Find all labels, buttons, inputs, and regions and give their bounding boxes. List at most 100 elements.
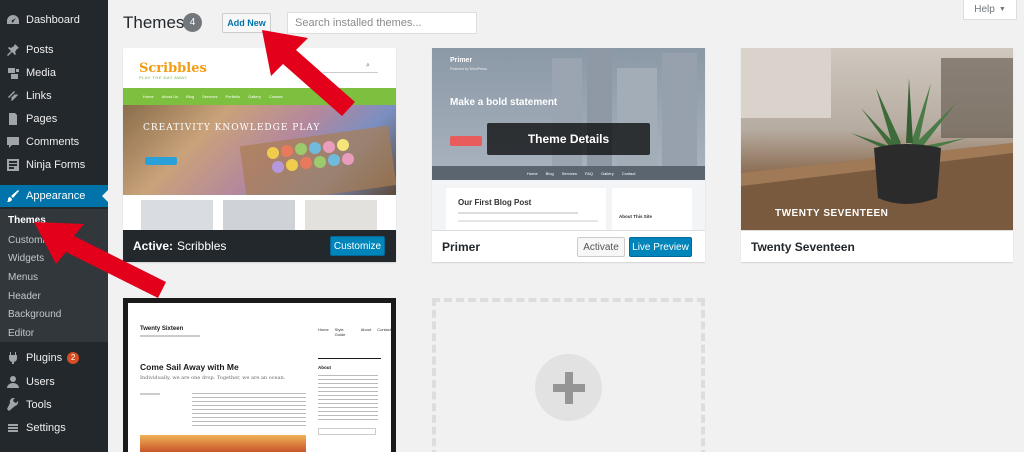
menu-plugins-label: Plugins [26,352,63,364]
activate-button[interactable]: Activate [577,237,625,257]
twenty-seventeen-theme-name: Twenty Seventeen [751,239,855,254]
user-icon [7,376,19,388]
menu-ninja-forms[interactable]: Ninja Forms [0,154,108,176]
submenu-customize[interactable]: Customize [8,235,55,246]
active-theme-name: Scribbles [177,239,227,253]
scribbles-nav-services: Services [202,94,218,99]
sixteen-post-excerpt: Individually, we are one drop. Together,… [140,375,286,381]
primer-theme-name: Primer [442,239,481,254]
theme-screenshot-twenty-sixteen: Twenty Sixteen Home Style Guide About Co… [128,303,391,452]
primer-hero-image: Primer Powered by WordPress Make a bold … [432,48,705,180]
sixteen-sunset-image [140,435,306,452]
submenu-background[interactable]: Background [8,309,61,320]
scribbles-hero-button [145,157,177,165]
menu-tools-label: Tools [26,399,52,411]
scribbles-nav: Home About Us Blog Services Portfolio Ga… [123,88,396,105]
scribbles-tagline: PLAY THE DAY AWAY [139,75,188,80]
primer-hero-heading: Make a bold statement [450,97,558,108]
submenu-themes[interactable]: Themes [8,215,46,226]
menu-users-label: Users [26,376,55,388]
theme-card-scribbles[interactable]: Scribbles PLAY THE DAY AWAY ⌕ Home About… [123,48,396,262]
scribbles-hero-image: CREATIVITY KNOWLEDGE PLAY [123,105,396,195]
primer-logo: Primer [450,57,473,64]
sixteen-widget-text [318,375,378,421]
sixteen-post-title: Come Sail Away with Me [140,362,239,372]
primer-nav-blog: Blog [545,170,554,176]
theme-card-primer[interactable]: Primer Powered by WordPress Make a bold … [432,48,705,262]
primer-card-footer: Primer Activate Live Preview [432,230,705,262]
scribbles-logo: Scribbles [139,61,207,76]
menu-appearance[interactable]: Appearance [0,185,108,207]
theme-screenshot-primer: Primer Powered by WordPress Make a bold … [432,48,705,230]
active-theme-bar: Active: Scribbles Customize [123,230,396,262]
primer-nav: Home Blog Services FAQ Gallery Contact [432,166,705,180]
help-tab[interactable]: Help ▼ [963,0,1017,20]
sixteen-author-meta [140,393,160,395]
menu-plugins[interactable]: Plugins 2 [0,347,108,369]
menu-media-label: Media [26,67,56,79]
primer-nav-contact: Contact [621,170,636,176]
forms-icon [7,159,19,171]
sixteen-nav-home: Home [318,327,329,332]
plugins-update-badge: 2 [67,352,80,364]
primer-hero-button [450,136,482,146]
menu-settings[interactable]: Settings [0,417,108,439]
submenu-menus[interactable]: Menus [8,272,38,283]
theme-card-twenty-seventeen[interactable]: TWENTY SEVENTEEN Twenty Seventeen [741,48,1013,262]
sixteen-nav: Home Style Guide About Contact [318,327,391,337]
scribbles-nav-contact: Contact [268,94,283,99]
customize-button[interactable]: Customize [330,236,385,256]
scribbles-nav-about: About Us [161,94,179,99]
link-icon [8,91,18,101]
menu-users[interactable]: Users [0,371,108,393]
sixteen-nav-style-guide: Style Guide [334,327,346,337]
menu-links[interactable]: Links [0,85,108,107]
menu-dashboard[interactable]: Dashboard [0,9,108,31]
menu-comments[interactable]: Comments [0,131,108,153]
primer-nav-gallery: Gallery [601,170,614,176]
sixteen-site-title: Twenty Sixteen [140,326,184,332]
scribbles-thumb-2 [223,200,295,230]
sixteen-post-body [192,393,306,429]
menu-tools[interactable]: Tools [0,394,108,416]
scribbles-nav-gallery: Gallery [248,94,261,99]
chalk-illustration [239,125,396,195]
theme-card-twenty-sixteen[interactable]: Twenty Sixteen Home Style Guide About Co… [123,298,396,452]
page-title: Themes [123,13,185,32]
plugin-icon [8,352,18,364]
sixteen-nav-about: About [360,327,372,332]
menu-pages[interactable]: Pages [0,108,108,130]
submenu-header[interactable]: Header [8,291,41,302]
primer-post-line [458,220,598,222]
menu-media[interactable]: Media [0,62,108,84]
scribbles-nav-blog: Blog [186,94,195,99]
submenu-widgets[interactable]: Widgets [8,253,44,264]
add-new-circle [535,354,602,421]
add-new-theme-card[interactable] [432,298,705,452]
live-preview-button[interactable]: Live Preview [629,237,692,257]
admin-sidebar: Dashboard Posts Media Links Pages Commen… [0,0,108,452]
sixteen-search-field [318,428,376,435]
scribbles-hero-text: CREATIVITY KNOWLEDGE PLAY [143,123,321,133]
twenty-seventeen-card-footer: Twenty Seventeen [741,230,1013,262]
search-themes-input[interactable] [287,12,477,34]
primer-sidebar-widget: About This Site [612,188,692,230]
twenty-seventeen-overlay-title: TWENTY SEVENTEEN [775,208,889,219]
menu-appearance-label: Appearance [26,190,86,202]
pin-icon [7,44,19,56]
plus-icon [552,371,585,404]
search-icon: ⌕ [366,62,370,69]
scribbles-nav-portfolio: Portfolio [225,94,241,99]
theme-details-overlay[interactable]: Theme Details [487,123,650,155]
submenu-editor[interactable]: Editor [8,328,34,339]
appearance-submenu: Themes Customize Widgets Menus Header Ba… [0,209,108,342]
menu-comments-label: Comments [26,136,80,148]
primer-tagline: Powered by WordPress [450,67,487,71]
sixteen-nav-contact: Contact [377,327,391,332]
scribbles-nav-home: Home [143,94,154,99]
menu-posts-label: Posts [26,44,54,56]
caret-down-icon: ▼ [998,6,1006,13]
add-new-button[interactable]: Add New [222,13,271,33]
menu-pages-label: Pages [26,113,58,125]
menu-posts[interactable]: Posts [0,39,108,61]
